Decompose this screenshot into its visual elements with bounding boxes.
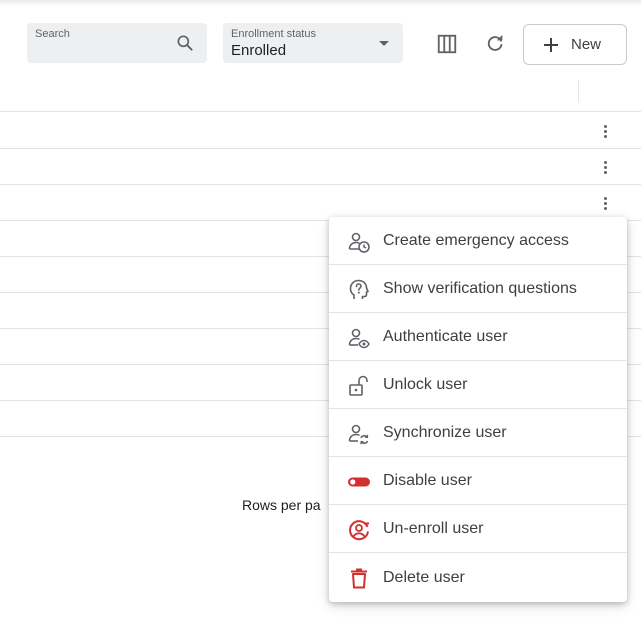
enrollment-status-label: Enrollment status [231, 28, 316, 40]
menu-item-label: Unlock user [383, 375, 468, 393]
plus-icon [544, 37, 558, 52]
menu-item-label: Disable user [383, 471, 472, 489]
row-actions-button[interactable] [597, 195, 613, 211]
enrollment-status-value: Enrolled [231, 42, 287, 59]
menu-item-authenticate-user[interactable]: Authenticate user [329, 313, 627, 361]
columns-icon [437, 34, 457, 54]
search-icon[interactable] [175, 33, 195, 53]
dropdown-arrow-icon [379, 41, 389, 46]
search-label: Search [35, 28, 70, 40]
table-row-border [0, 148, 641, 149]
menu-item-label: Delete user [383, 568, 465, 586]
search-input[interactable]: Search [27, 23, 207, 63]
refresh-button[interactable] [483, 32, 507, 56]
menu-item-label: Show verification questions [383, 279, 577, 297]
refresh-icon [487, 34, 503, 51]
unlock-icon [349, 375, 368, 396]
user-remove-circle-icon [349, 520, 369, 541]
row-actions-button[interactable] [597, 159, 613, 175]
top-shadow [0, 0, 641, 6]
rows-per-page-label: Rows per pa [242, 497, 321, 513]
menu-item-synchronize-user[interactable]: Synchronize user [329, 409, 627, 457]
menu-item-create-emergency-access[interactable]: Create emergency access [329, 217, 627, 265]
user-eye-icon [348, 328, 370, 349]
new-button[interactable]: New [523, 24, 627, 65]
menu-item-label: Authenticate user [383, 327, 508, 345]
table-header-border [0, 111, 641, 112]
enrollment-status-select[interactable]: Enrollment status Enrolled [223, 23, 403, 63]
menu-item-disable-user[interactable]: Disable user [329, 457, 627, 505]
column-divider[interactable] [578, 80, 579, 102]
menu-item-unlock-user[interactable]: Unlock user [329, 361, 627, 409]
head-question-icon [349, 279, 369, 299]
menu-item-label: Synchronize user [383, 423, 507, 441]
row-actions-menu: Create emergency access Show verificatio… [329, 217, 627, 602]
menu-item-show-verification-questions[interactable]: Show verification questions [329, 265, 627, 313]
row-actions-button[interactable] [597, 123, 613, 139]
toggle-off-icon [348, 477, 370, 487]
columns-button[interactable] [435, 32, 459, 56]
new-button-label: New [571, 36, 602, 53]
menu-item-label: Create emergency access [383, 231, 569, 249]
menu-item-delete-user[interactable]: Delete user [329, 553, 627, 602]
menu-item-un-enroll-user[interactable]: Un-enroll user [329, 505, 627, 553]
menu-item-label: Un-enroll user [383, 519, 484, 537]
table-row-border [0, 184, 641, 185]
user-sync-icon [348, 424, 369, 445]
trash-icon [351, 568, 367, 589]
user-clock-icon [348, 232, 370, 253]
